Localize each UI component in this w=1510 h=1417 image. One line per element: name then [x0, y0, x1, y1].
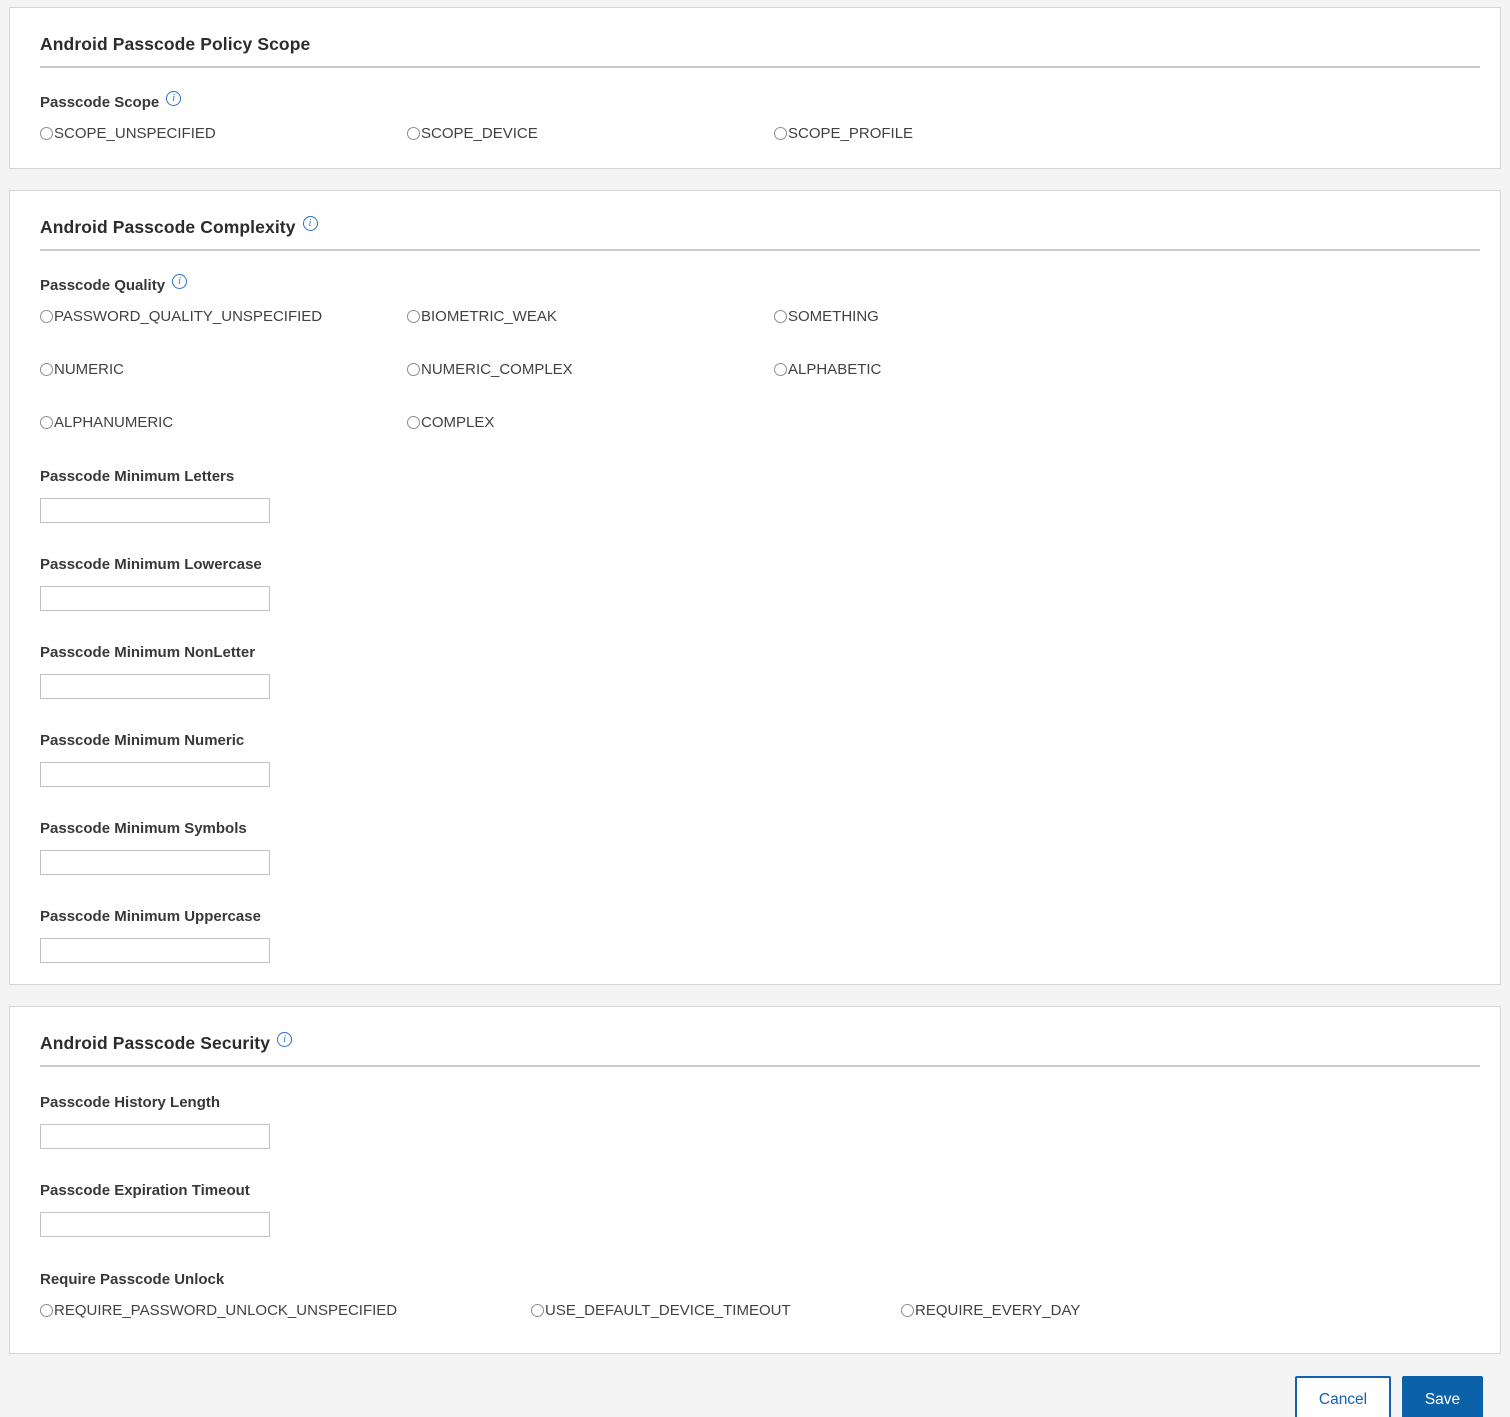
- footer-actions: Cancel Save: [9, 1376, 1501, 1417]
- radio-label: SOMETHING: [788, 308, 879, 325]
- field-passcode-minimum-nonletter: Passcode Minimum NonLetter: [40, 644, 1480, 699]
- passcode-expiration-timeout-label: Passcode Expiration Timeout: [40, 1182, 250, 1199]
- field-passcode-minimum-numeric: Passcode Minimum Numeric: [40, 732, 1480, 787]
- page: Android Passcode Policy Scope Passcode S…: [0, 0, 1510, 1417]
- passcode-minimum-uppercase-input[interactable]: [40, 938, 270, 963]
- radio-circle-icon: [40, 416, 53, 429]
- info-icon[interactable]: i: [172, 274, 188, 289]
- passcode-minimum-symbols-label: Passcode Minimum Symbols: [40, 820, 247, 837]
- save-button[interactable]: Save: [1402, 1376, 1483, 1417]
- radio-circle-icon: [40, 1304, 53, 1317]
- passcode-scope-options: SCOPE_UNSPECIFIED SCOPE_DEVICE SCOPE_PRO…: [40, 125, 1480, 142]
- radio-circle-icon: [407, 363, 420, 376]
- section-title-passcode-security: Android Passcode Security: [40, 1033, 271, 1053]
- radio-label: BIOMETRIC_WEAK: [421, 308, 557, 325]
- passcode-expiration-timeout-input[interactable]: [40, 1212, 270, 1237]
- radio-biometric-weak[interactable]: BIOMETRIC_WEAK: [407, 308, 774, 325]
- radio-circle-icon: [774, 127, 787, 140]
- radio-circle-icon: [774, 310, 787, 323]
- info-icon[interactable]: i: [166, 91, 182, 106]
- require-passcode-unlock-options: REQUIRE_PASSWORD_UNLOCK_UNSPECIFIED USE_…: [40, 1302, 1480, 1319]
- info-icon[interactable]: i: [302, 216, 318, 231]
- field-passcode-minimum-lowercase: Passcode Minimum Lowercase: [40, 556, 1480, 611]
- section-title-row: Android Passcode Complexity i: [40, 191, 1480, 238]
- radio-require-password-unlock-unspecified[interactable]: REQUIRE_PASSWORD_UNLOCK_UNSPECIFIED: [40, 1302, 531, 1319]
- field-passcode-expiration-timeout: Passcode Expiration Timeout: [40, 1182, 1480, 1237]
- radio-complex[interactable]: COMPLEX: [407, 414, 774, 431]
- require-passcode-unlock-label: Require Passcode Unlock: [40, 1271, 225, 1288]
- radio-label: SCOPE_UNSPECIFIED: [54, 125, 216, 142]
- section-title-row: Android Passcode Security i: [40, 1007, 1480, 1054]
- passcode-quality-label-row: Passcode Quality i: [40, 274, 1480, 294]
- radio-label: NUMERIC: [54, 361, 124, 378]
- passcode-minimum-letters-input[interactable]: [40, 498, 270, 523]
- section-passcode-security: Android Passcode Security i Passcode His…: [9, 1006, 1501, 1354]
- radio-scope-profile[interactable]: SCOPE_PROFILE: [774, 125, 1480, 142]
- passcode-minimum-nonletter-input[interactable]: [40, 674, 270, 699]
- passcode-history-length-input[interactable]: [40, 1124, 270, 1149]
- section-title-row: Android Passcode Policy Scope: [40, 8, 1480, 55]
- passcode-minimum-numeric-label: Passcode Minimum Numeric: [40, 732, 245, 749]
- radio-label: SCOPE_DEVICE: [421, 125, 538, 142]
- section-title-passcode-policy-scope: Android Passcode Policy Scope: [40, 34, 311, 54]
- passcode-minimum-uppercase-label: Passcode Minimum Uppercase: [40, 908, 261, 925]
- passcode-scope-label: Passcode Scope: [40, 94, 160, 111]
- section-divider: [40, 66, 1480, 68]
- info-icon[interactable]: i: [277, 1032, 293, 1047]
- passcode-quality-options: PASSWORD_QUALITY_UNSPECIFIED BIOMETRIC_W…: [40, 308, 1480, 431]
- radio-circle-icon: [40, 127, 53, 140]
- cancel-button[interactable]: Cancel: [1295, 1376, 1391, 1417]
- radio-circle-icon: [407, 416, 420, 429]
- radio-something[interactable]: SOMETHING: [774, 308, 1480, 325]
- radio-scope-unspecified[interactable]: SCOPE_UNSPECIFIED: [40, 125, 407, 142]
- radio-circle-icon: [40, 363, 53, 376]
- field-passcode-history-length: Passcode History Length: [40, 1094, 1480, 1149]
- radio-label: COMPLEX: [421, 414, 495, 431]
- radio-require-every-day[interactable]: REQUIRE_EVERY_DAY: [901, 1302, 1480, 1319]
- radio-use-default-device-timeout[interactable]: USE_DEFAULT_DEVICE_TIMEOUT: [531, 1302, 901, 1319]
- radio-numeric-complex[interactable]: NUMERIC_COMPLEX: [407, 361, 774, 378]
- field-passcode-minimum-symbols: Passcode Minimum Symbols: [40, 820, 1480, 875]
- passcode-quality-label: Passcode Quality: [40, 277, 166, 294]
- radio-circle-icon: [531, 1304, 544, 1317]
- radio-label: ALPHANUMERIC: [54, 414, 174, 431]
- section-title-passcode-complexity: Android Passcode Complexity: [40, 217, 296, 237]
- radio-label: SCOPE_PROFILE: [788, 125, 914, 142]
- radio-label: REQUIRE_EVERY_DAY: [915, 1302, 1081, 1319]
- passcode-scope-label-row: Passcode Scope i: [40, 91, 1480, 111]
- radio-label: ALPHABETIC: [788, 361, 882, 378]
- radio-circle-icon: [407, 310, 420, 323]
- radio-label: NUMERIC_COMPLEX: [421, 361, 573, 378]
- radio-label: USE_DEFAULT_DEVICE_TIMEOUT: [545, 1302, 791, 1319]
- passcode-minimum-nonletter-label: Passcode Minimum NonLetter: [40, 644, 256, 661]
- radio-label: PASSWORD_QUALITY_UNSPECIFIED: [54, 308, 323, 325]
- radio-alphanumeric[interactable]: ALPHANUMERIC: [40, 414, 407, 431]
- radio-password-quality-unspecified[interactable]: PASSWORD_QUALITY_UNSPECIFIED: [40, 308, 407, 325]
- field-passcode-minimum-letters: Passcode Minimum Letters: [40, 468, 1480, 523]
- section-passcode-complexity: Android Passcode Complexity i Passcode Q…: [9, 190, 1501, 985]
- passcode-minimum-lowercase-label: Passcode Minimum Lowercase: [40, 556, 262, 573]
- radio-circle-icon: [40, 310, 53, 323]
- passcode-minimum-letters-label: Passcode Minimum Letters: [40, 468, 235, 485]
- section-divider: [40, 249, 1480, 251]
- radio-numeric[interactable]: NUMERIC: [40, 361, 407, 378]
- radio-scope-device[interactable]: SCOPE_DEVICE: [407, 125, 774, 142]
- radio-circle-icon: [774, 363, 787, 376]
- passcode-minimum-symbols-input[interactable]: [40, 850, 270, 875]
- require-passcode-unlock-label-row: Require Passcode Unlock: [40, 1271, 1480, 1288]
- passcode-minimum-lowercase-input[interactable]: [40, 586, 270, 611]
- radio-label: REQUIRE_PASSWORD_UNLOCK_UNSPECIFIED: [54, 1302, 398, 1319]
- field-passcode-minimum-uppercase: Passcode Minimum Uppercase: [40, 908, 1480, 963]
- radio-alphabetic[interactable]: ALPHABETIC: [774, 361, 1480, 378]
- section-passcode-policy-scope: Android Passcode Policy Scope Passcode S…: [9, 7, 1501, 169]
- section-divider: [40, 1065, 1480, 1067]
- passcode-minimum-numeric-input[interactable]: [40, 762, 270, 787]
- radio-circle-icon: [407, 127, 420, 140]
- radio-circle-icon: [901, 1304, 914, 1317]
- passcode-history-length-label: Passcode History Length: [40, 1094, 221, 1111]
